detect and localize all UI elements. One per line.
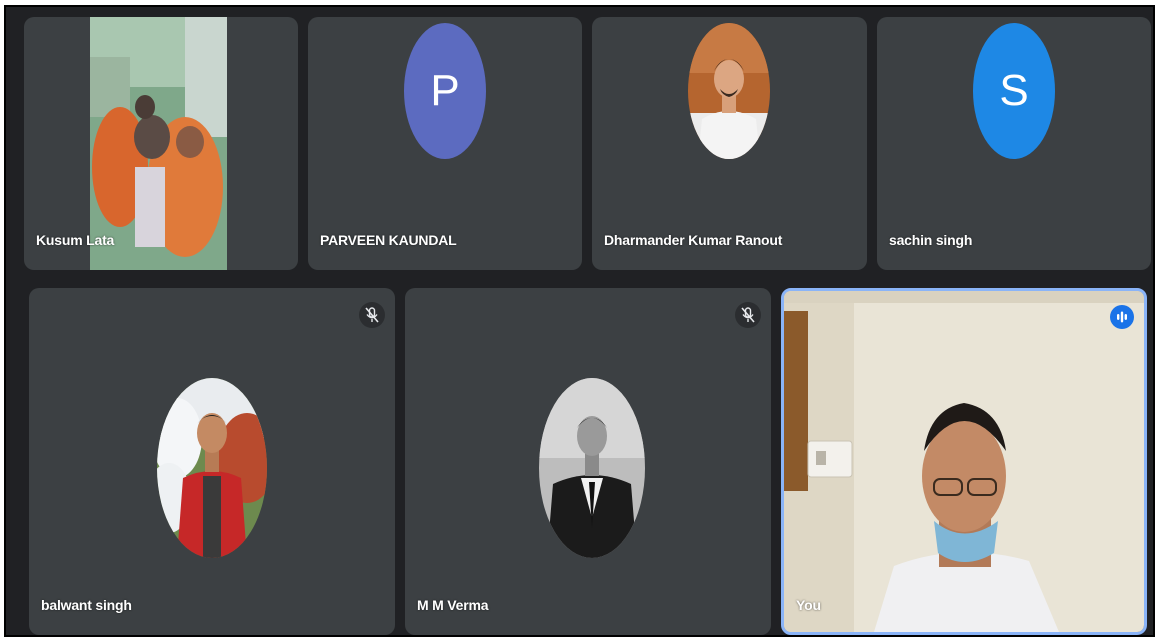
participant-name: sachin singh: [889, 232, 973, 248]
avatar: [539, 378, 645, 558]
participant-name: M M Verma: [417, 597, 489, 613]
avatar: S: [973, 23, 1055, 159]
participant-tile-you[interactable]: You: [781, 288, 1147, 635]
meeting-grid: Kusum Lata P PARVEEN KAUNDAL Dharmander …: [4, 5, 1155, 637]
mic-off-icon: [735, 302, 761, 328]
avatar: P: [404, 23, 486, 159]
avatar: [688, 23, 770, 159]
participant-name: PARVEEN KAUNDAL: [320, 232, 457, 248]
participant-name: Kusum Lata: [36, 232, 115, 248]
avatar-initial: S: [999, 66, 1029, 115]
audio-level-icon: [1110, 305, 1134, 329]
mic-off-icon: [359, 302, 385, 328]
self-video: [784, 291, 1144, 632]
participant-tile-m-m-verma[interactable]: M M Verma: [405, 288, 771, 635]
participant-tile-kusum-lata[interactable]: Kusum Lata: [24, 17, 298, 270]
participant-name: balwant singh: [41, 597, 132, 613]
participant-name: Dharmander Kumar Ranout: [604, 232, 783, 248]
participant-tile-balwant-singh[interactable]: balwant singh: [29, 288, 395, 635]
participant-tile-sachin-singh[interactable]: S sachin singh: [877, 17, 1151, 270]
participant-name: You: [796, 597, 821, 613]
avatar-initial: P: [430, 66, 460, 115]
avatar: [157, 378, 267, 558]
participant-tile-parveen-kaundal[interactable]: P PARVEEN KAUNDAL: [308, 17, 582, 270]
participant-tile-dharmander-kumar-ranout[interactable]: Dharmander Kumar Ranout: [592, 17, 867, 270]
